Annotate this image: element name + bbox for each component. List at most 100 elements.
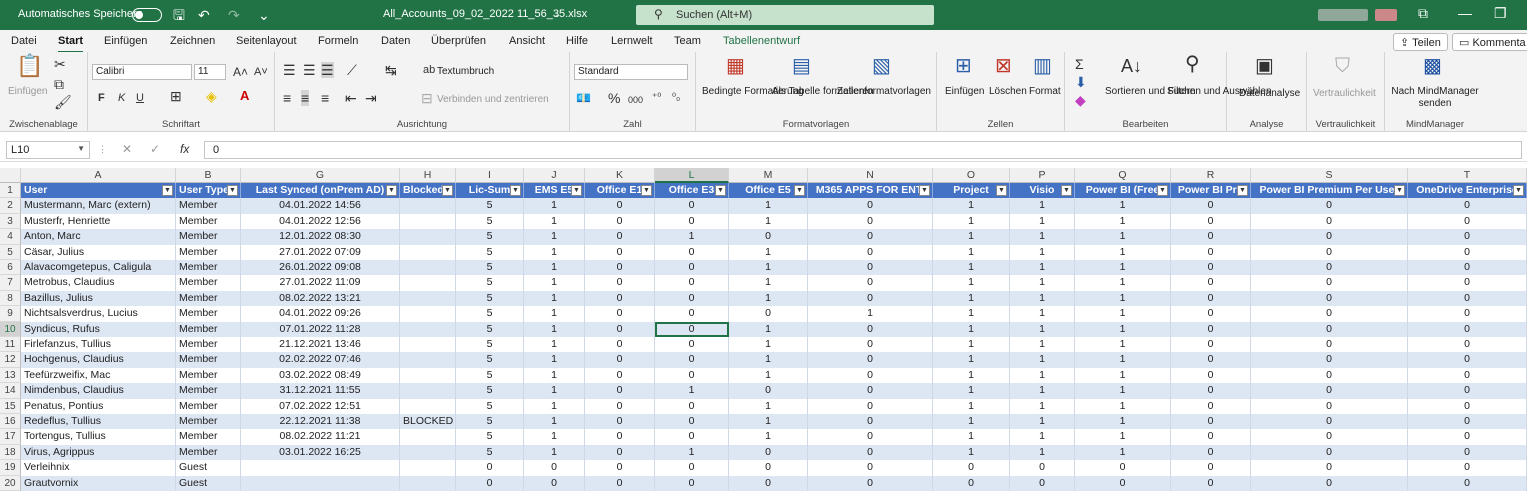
cell[interactable]: 1 — [1075, 352, 1171, 368]
cell[interactable]: 1 — [933, 352, 1010, 368]
cell[interactable] — [400, 460, 456, 476]
shrink-font-icon[interactable]: A˅ — [254, 64, 268, 80]
cell[interactable]: 22.12.2021 11:38 — [241, 414, 400, 430]
cell[interactable]: Nichtsalsverdrus, Lucius — [21, 306, 176, 322]
cell[interactable]: Guest — [176, 460, 241, 476]
percent-button[interactable]: % — [608, 90, 620, 106]
cell[interactable]: 1 — [524, 213, 585, 230]
cell[interactable]: 0 — [655, 398, 729, 414]
cell[interactable]: 0 — [1251, 367, 1408, 384]
cell[interactable]: 0 — [1408, 321, 1527, 337]
cell[interactable]: 1 — [524, 229, 585, 245]
data-analysis-icon[interactable]: ▣ — [1255, 56, 1274, 76]
cell[interactable]: 21.12.2021 13:46 — [241, 337, 400, 353]
cell[interactable]: 0 — [585, 306, 655, 322]
cell[interactable]: Anton, Marc — [21, 229, 176, 245]
cell[interactable]: 1 — [524, 290, 585, 307]
cell[interactable]: 0 — [933, 460, 1010, 476]
cell[interactable]: 5 — [456, 414, 524, 430]
insert-cells-icon[interactable]: ⊞ — [955, 56, 972, 76]
cell[interactable]: 0 — [585, 213, 655, 230]
cell[interactable]: 5 — [456, 367, 524, 384]
comments-button[interactable]: ▭ Kommenta — [1452, 33, 1527, 51]
cell[interactable]: 0 — [1171, 229, 1251, 245]
cell[interactable]: Alavacomgetepus, Caligula — [21, 260, 176, 276]
cell[interactable]: Metrobus, Claudius — [21, 275, 176, 291]
cell[interactable]: 12.01.2022 08:30 — [241, 229, 400, 245]
mindmanager-icon[interactable]: ▩ — [1423, 56, 1442, 76]
search-box[interactable]: ⚲ Suchen (Alt+M) — [636, 5, 934, 25]
copy-icon[interactable]: ⧉ — [54, 76, 64, 92]
select-all-corner[interactable] — [0, 168, 21, 183]
column-header-p[interactable]: P — [1010, 168, 1075, 183]
tab-table-design[interactable]: Tabellenentwurf — [723, 35, 800, 47]
cell[interactable]: 0 — [729, 444, 808, 461]
cell[interactable]: 0 — [655, 260, 729, 276]
filter-dropdown-icon[interactable]: ▼ — [1061, 185, 1072, 196]
cell[interactable] — [241, 460, 400, 476]
cell[interactable]: 1 — [729, 244, 808, 260]
cell[interactable]: 1 — [655, 383, 729, 399]
cell[interactable]: 0 — [1251, 352, 1408, 368]
cell[interactable] — [400, 383, 456, 399]
cell[interactable]: 1 — [524, 337, 585, 353]
data-analysis-button[interactable]: Datenanalyse — [1239, 88, 1300, 100]
column-header-o[interactable]: O — [933, 168, 1010, 183]
header-cell[interactable]: Power BI Pro ▼ — [1171, 183, 1251, 199]
tab-team[interactable]: Team — [674, 35, 701, 47]
cell[interactable]: 1 — [933, 429, 1010, 445]
align-left-icon[interactable]: ≡ — [283, 90, 291, 106]
cell[interactable]: 0 — [1251, 275, 1408, 291]
cell[interactable] — [400, 229, 456, 245]
cell[interactable]: 1 — [729, 367, 808, 384]
cell[interactable]: 0 — [1171, 352, 1251, 368]
redo-icon[interactable]: ↷ — [228, 6, 240, 24]
cell[interactable]: 0 — [655, 475, 729, 491]
cell[interactable]: 0 — [1408, 229, 1527, 245]
align-right-icon[interactable]: ≡ — [321, 90, 329, 106]
cell[interactable]: 0 — [1171, 414, 1251, 430]
filter-dropdown-icon[interactable]: ▼ — [996, 185, 1007, 196]
underline-button[interactable]: U — [136, 90, 144, 106]
cell[interactable]: 1 — [729, 275, 808, 291]
filter-dropdown-icon[interactable]: ▼ — [919, 185, 930, 196]
filter-dropdown-icon[interactable]: ▼ — [1394, 185, 1405, 196]
cell[interactable]: 1 — [933, 244, 1010, 260]
row-header[interactable]: 1 — [0, 183, 21, 199]
cell[interactable]: 0 — [1171, 198, 1251, 214]
cell[interactable]: 27.01.2022 11:09 — [241, 275, 400, 291]
cell[interactable]: 1 — [729, 198, 808, 214]
cell[interactable]: 1 — [933, 275, 1010, 291]
cell[interactable]: 5 — [456, 352, 524, 368]
cell[interactable]: 1 — [1075, 275, 1171, 291]
sensitivity-icon[interactable]: ⛉ — [1335, 56, 1350, 76]
cell[interactable]: 0 — [1010, 460, 1075, 476]
cell[interactable] — [400, 290, 456, 307]
merge-center-label[interactable]: Verbinden und zentrieren — [437, 94, 549, 106]
maximize-icon[interactable]: ❐ — [1494, 5, 1507, 22]
avatar[interactable] — [1375, 9, 1397, 21]
cell[interactable]: 0 — [933, 475, 1010, 491]
cell[interactable]: 0 — [808, 198, 933, 214]
cell[interactable]: 1 — [524, 414, 585, 430]
row-header[interactable]: 17 — [0, 429, 21, 445]
cell[interactable]: 31.12.2021 11:55 — [241, 383, 400, 399]
cell[interactable]: 1 — [1075, 198, 1171, 214]
mindmanager-button[interactable]: Nach MindManager senden — [1389, 86, 1481, 110]
cell[interactable]: 1 — [933, 213, 1010, 230]
cell[interactable]: Member — [176, 198, 241, 214]
increase-indent-icon[interactable]: ⇥ — [365, 90, 377, 106]
cell[interactable]: 0 — [808, 229, 933, 245]
column-header-q[interactable]: Q — [1075, 168, 1171, 183]
filter-dropdown-icon[interactable]: ▼ — [1513, 185, 1524, 196]
cell[interactable]: 5 — [456, 444, 524, 461]
cell[interactable]: 1 — [729, 337, 808, 353]
cell[interactable]: 0 — [1251, 321, 1408, 337]
cell[interactable]: 5 — [456, 429, 524, 445]
cell[interactable]: 0 — [1251, 383, 1408, 399]
cell[interactable]: 1 — [1010, 444, 1075, 461]
row-header[interactable]: 2 — [0, 198, 21, 214]
cell[interactable] — [400, 444, 456, 461]
cell[interactable]: Member — [176, 321, 241, 337]
cell[interactable]: 0 — [1408, 414, 1527, 430]
